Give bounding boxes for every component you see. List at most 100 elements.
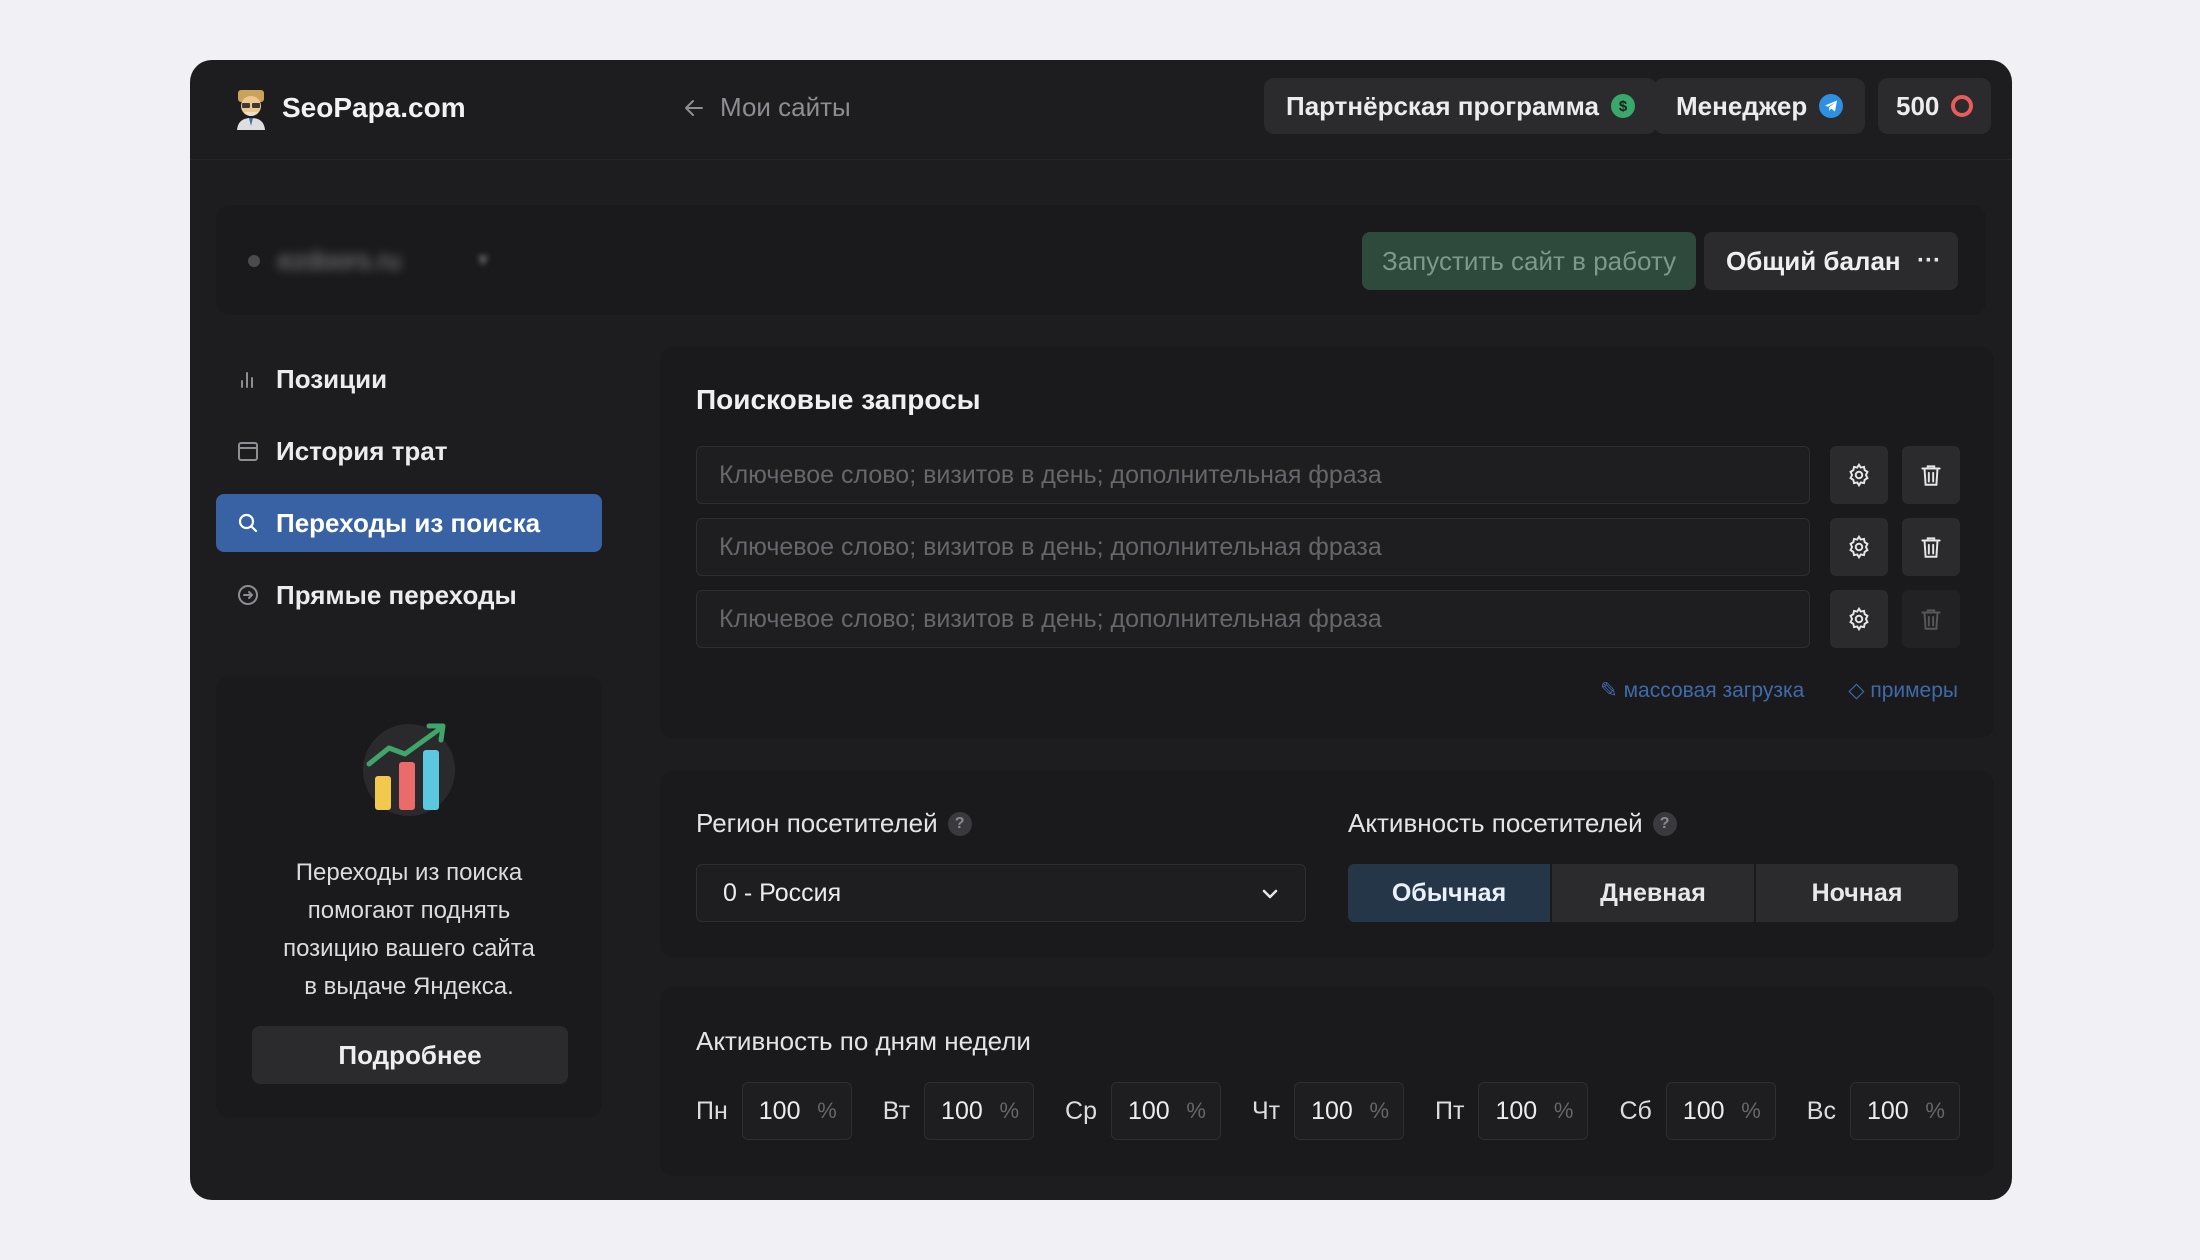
trash-icon <box>1921 537 1941 558</box>
brand-logo[interactable]: SeoPapa.com <box>234 86 466 130</box>
query-tools: ✎ массовая загрузка ◇ примеры <box>1600 678 1958 703</box>
percent-sign: % <box>999 1098 1020 1123</box>
chevron-down-icon <box>1262 889 1278 899</box>
calendar-icon <box>238 442 258 461</box>
day-field-fri: Пт 100 % <box>1435 1082 1589 1140</box>
sidebar-item-direct-traffic[interactable]: Прямые переходы <box>216 566 602 624</box>
site-name[interactable]: ezdoors.ru <box>278 245 401 276</box>
day-percent-input[interactable]: 100 % <box>1110 1082 1221 1140</box>
day-field-tue: Вт 100 % <box>882 1082 1035 1140</box>
query-settings-button[interactable] <box>1830 446 1888 504</box>
day-label: Пн <box>696 1096 728 1125</box>
day-field-wed: Ср 100 % <box>1065 1082 1221 1140</box>
partner-program-label: Партнёрская программа <box>1286 90 1600 121</box>
percent-sign: % <box>1369 1098 1390 1123</box>
bulk-upload-link[interactable]: ✎ массовая загрузка <box>1600 678 1804 703</box>
promo-line: помогают поднять <box>307 897 511 924</box>
day-percent-input[interactable]: 100 % <box>1849 1082 1960 1140</box>
query-row <box>696 590 1960 648</box>
manager-button[interactable]: Менеджер <box>1654 78 1866 134</box>
coin-ring-icon <box>1951 95 1974 117</box>
region-label-group: Регион посетителей ? <box>696 808 972 839</box>
query-settings-button[interactable] <box>1830 590 1888 648</box>
brand-name: SeoPapa.com <box>282 92 466 123</box>
activity-option-night[interactable]: Ночная <box>1756 864 1958 922</box>
percent-sign: % <box>817 1098 837 1123</box>
growth-chart-icon <box>363 723 455 816</box>
weekly-activity-title: Активность по дням недели <box>696 1026 1031 1056</box>
seopapa-avatar-icon <box>237 90 265 130</box>
partner-program-button[interactable]: Партнёрская программа $ <box>1264 78 1658 134</box>
gear-icon <box>1849 462 1869 488</box>
query-delete-button[interactable] <box>1902 446 1960 504</box>
weekday-inputs: Пн 100 % Вт 100 % Ср 100 % Чт 100 % Пт 1… <box>696 1082 1960 1140</box>
back-to-sites-link[interactable]: Мои сайты <box>682 92 851 123</box>
day-label: Ср <box>1065 1096 1097 1125</box>
edit-icon: ✎ <box>1600 679 1618 702</box>
day-label: Вт <box>882 1096 911 1125</box>
query-input[interactable] <box>696 518 1810 576</box>
help-icon[interactable]: ? <box>1652 811 1677 836</box>
sidebar-item-label: Переходы из поиска <box>276 507 541 538</box>
more-options-button[interactable]: ··· <box>1900 232 1958 290</box>
query-delete-button[interactable] <box>1902 518 1960 576</box>
sidebar-item-spending-history[interactable]: История трат <box>216 422 602 480</box>
query-settings-button[interactable] <box>1830 518 1888 576</box>
search-icon <box>238 513 258 533</box>
day-field-mon: Пн 100 % <box>696 1082 852 1140</box>
day-percent-input[interactable]: 100 % <box>1478 1082 1589 1140</box>
day-percent-input[interactable]: 100 % <box>1294 1082 1405 1140</box>
gear-icon <box>1849 534 1869 560</box>
percent-sign: % <box>1741 1098 1761 1123</box>
top-header: SeoPapa.com Мои сайты Партнёрская програ… <box>190 60 2012 160</box>
promo-line: в выдаче Яндекса. <box>304 973 514 1000</box>
sidebar-item-positions[interactable]: Позиции <box>216 350 602 408</box>
query-input[interactable] <box>696 446 1810 504</box>
day-field-sun: Вс 100 % <box>1807 1082 1960 1140</box>
balance-button[interactable]: 500 <box>1878 78 1992 134</box>
day-label: Пт <box>1435 1096 1465 1125</box>
arrow-left-icon <box>685 99 703 116</box>
sidebar-nav: Позиции История трат Переходы из поиска … <box>216 350 602 638</box>
region-value: 0 - Россия <box>723 878 842 907</box>
region-select[interactable]: 0 - Россия <box>696 864 1306 922</box>
launch-site-button[interactable]: Запустить сайт в работу <box>1362 232 1697 290</box>
day-label: Сб <box>1619 1096 1652 1125</box>
sidebar-item-label: История трат <box>276 435 448 466</box>
query-row <box>696 518 1960 576</box>
weekly-activity-panel: Активность по дням недели Пн 100 % Вт 10… <box>660 986 1994 1176</box>
manager-label: Менеджер <box>1676 90 1808 121</box>
examples-label: примеры <box>1870 679 1958 702</box>
activity-label-group: Активность посетителей ? <box>1348 808 1677 839</box>
examples-link[interactable]: ◇ примеры <box>1848 678 1958 703</box>
dollar-icon: $ <box>1611 94 1636 118</box>
sidebar-item-label: Позиции <box>276 363 388 394</box>
day-value: 100 <box>1311 1096 1353 1125</box>
percent-sign: % <box>1925 1098 1945 1123</box>
day-value: 100 <box>1866 1096 1909 1125</box>
sidebar-item-label: Прямые переходы <box>276 579 517 610</box>
sidebar-item-search-traffic[interactable]: Переходы из поиска <box>216 494 602 552</box>
day-field-thu: Чт 100 % <box>1251 1082 1405 1140</box>
day-value: 100 <box>1495 1096 1538 1125</box>
activity-option-normal[interactable]: Обычная <box>1348 864 1550 922</box>
app-window: SeoPapa.com Мои сайты Партнёрская програ… <box>190 60 2012 1200</box>
percent-sign: % <box>1553 1098 1574 1123</box>
chevron-down-icon[interactable]: ▾ <box>478 247 488 272</box>
promo-card: Переходы из поиска помогают поднять пози… <box>216 676 602 1118</box>
help-icon[interactable]: ? <box>947 811 972 836</box>
day-percent-input[interactable]: 100 % <box>1665 1082 1776 1140</box>
day-percent-input[interactable]: 100 % <box>741 1082 852 1140</box>
bulk-upload-label: массовая загрузка <box>1623 679 1805 702</box>
day-label: Чт <box>1251 1096 1281 1125</box>
gear-icon <box>1849 606 1869 632</box>
search-queries-title: Поисковые запросы <box>696 384 981 415</box>
telegram-icon <box>1819 94 1844 118</box>
trash-icon <box>1921 609 1941 630</box>
activity-option-day[interactable]: Дневная <box>1552 864 1754 922</box>
day-percent-input[interactable]: 100 % <box>924 1082 1035 1140</box>
learn-more-button[interactable]: Подробнее <box>252 1026 568 1084</box>
query-input[interactable] <box>696 590 1810 648</box>
search-queries-panel: Поисковые запросы Ключевое слово; визито… <box>660 346 1994 738</box>
query-delete-button-disabled <box>1902 590 1960 648</box>
